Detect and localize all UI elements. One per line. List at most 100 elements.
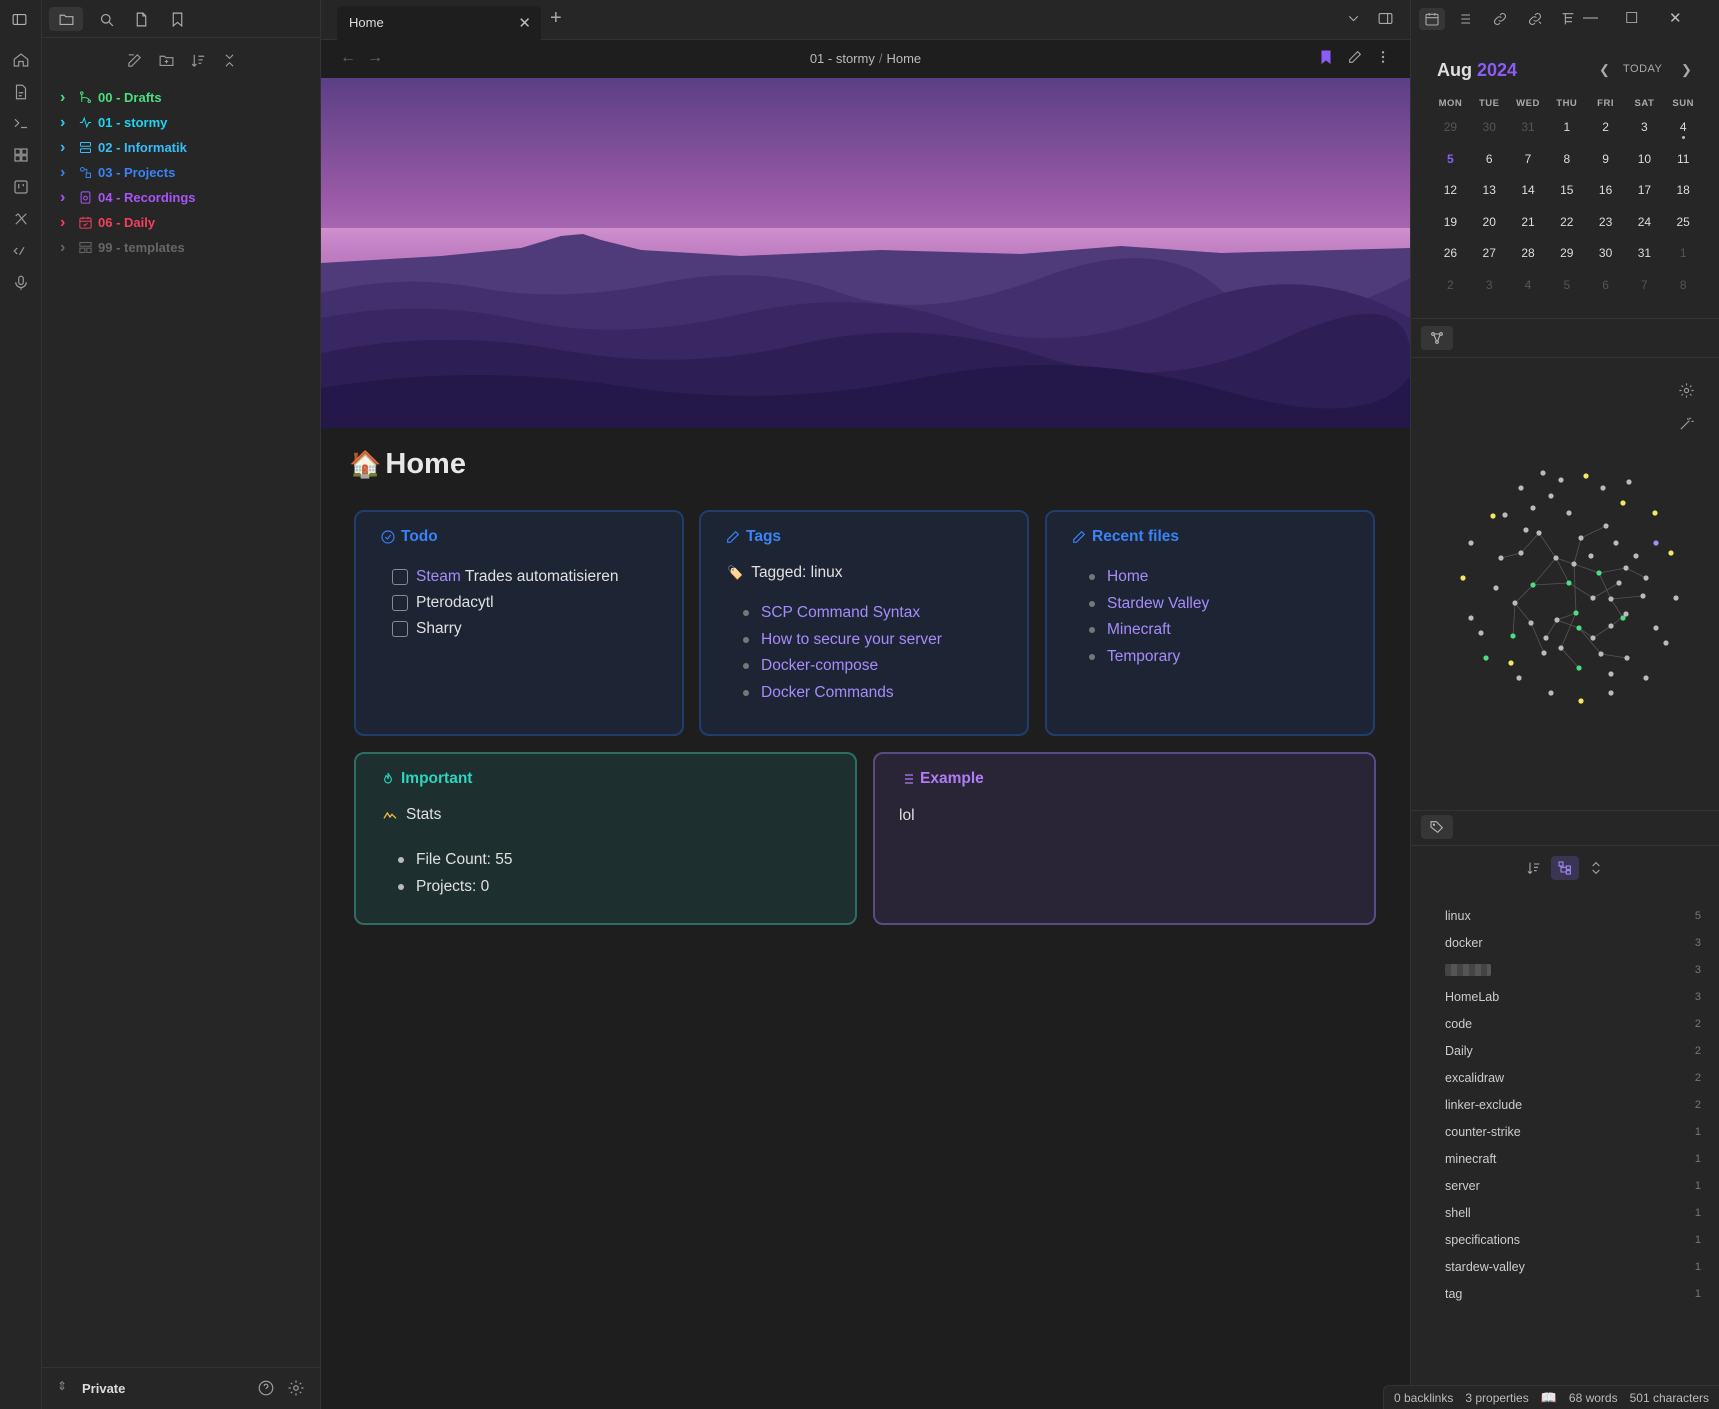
graph-node[interactable] <box>1608 596 1614 602</box>
task-checkbox[interactable] <box>392 621 408 637</box>
folder-item[interactable]: › 00 - Drafts <box>42 85 321 110</box>
settings-icon[interactable] <box>287 1379 307 1399</box>
graph-node[interactable] <box>1663 640 1669 646</box>
graph-node[interactable] <box>1600 485 1606 491</box>
tree-view-icon[interactable] <box>1551 856 1579 880</box>
sort-icon[interactable] <box>188 50 208 70</box>
chevron-right-icon[interactable]: › <box>60 89 76 107</box>
calendar-day[interactable]: 18 <box>1664 183 1703 215</box>
calendar-day[interactable]: 21 <box>1509 215 1548 247</box>
calendar-day[interactable]: 20 <box>1470 215 1509 247</box>
folder-item[interactable]: › 99 - templates <box>42 235 321 260</box>
calendar-day[interactable]: 12 <box>1431 183 1470 215</box>
graph-node[interactable] <box>1558 645 1564 651</box>
graph-node[interactable] <box>1653 625 1659 631</box>
edit-icon[interactable] <box>1347 49 1365 67</box>
chevron-right-icon[interactable]: › <box>60 139 76 157</box>
tag-pane-icon[interactable] <box>1555 8 1581 30</box>
graph-node[interactable] <box>1623 611 1629 617</box>
window-close-icon[interactable]: ✕ <box>1669 9 1682 27</box>
graph-node[interactable] <box>1643 575 1649 581</box>
task-checkbox[interactable] <box>392 569 408 585</box>
graph-node[interactable] <box>1608 690 1614 696</box>
animate-graph-icon[interactable] <box>1678 415 1696 433</box>
folder-item[interactable]: › 01 - stormy <box>42 110 321 135</box>
chevron-right-icon[interactable]: › <box>60 114 76 132</box>
graph-node[interactable] <box>1603 523 1609 529</box>
calendar-day[interactable]: 8 <box>1664 278 1703 310</box>
graph-node[interactable] <box>1590 635 1596 641</box>
note-link[interactable]: SCP Command Syntax <box>761 604 920 622</box>
calendar-day[interactable]: 5 <box>1547 278 1586 310</box>
breadcrumb-folder[interactable]: 01 - stormy <box>810 51 875 66</box>
note-link[interactable]: Home <box>1107 568 1148 586</box>
new-folder-icon[interactable] <box>156 50 176 70</box>
graph-node[interactable] <box>1576 625 1582 631</box>
tab-home[interactable]: Home ✕ <box>337 6 541 40</box>
calendar-day[interactable]: 15 <box>1547 183 1586 215</box>
graph-node[interactable] <box>1598 651 1604 657</box>
graph-node[interactable] <box>1502 512 1508 518</box>
breadcrumb-note[interactable]: Home <box>886 51 921 66</box>
calendar-day[interactable]: 26 <box>1431 246 1470 278</box>
calendar-day[interactable]: 23 <box>1586 215 1625 247</box>
tag-item[interactable]: linux 5 <box>1445 902 1701 929</box>
calendar-day[interactable]: 8 <box>1547 152 1586 184</box>
outline-icon[interactable] <box>1451 8 1477 30</box>
calendar-day[interactable]: 31 <box>1625 246 1664 278</box>
vault-switch-icon[interactable]: ⇕ <box>57 1379 67 1393</box>
graph-node[interactable] <box>1518 485 1524 491</box>
graph-node[interactable] <box>1668 550 1674 556</box>
calendar-day[interactable]: 22 <box>1547 215 1586 247</box>
graph-settings-icon[interactable] <box>1678 382 1696 400</box>
calendar-day[interactable]: 10 <box>1625 152 1664 184</box>
graph-node[interactable] <box>1576 665 1582 671</box>
graph-node[interactable] <box>1640 593 1646 599</box>
note-link[interactable]: Stardew Valley <box>1107 595 1209 613</box>
calendar-day[interactable]: 13 <box>1470 183 1509 215</box>
calendar-day[interactable]: 4 <box>1664 120 1703 152</box>
calendar-day[interactable]: 25 <box>1664 215 1703 247</box>
task-checkbox[interactable] <box>392 595 408 611</box>
chevron-right-icon[interactable]: › <box>60 164 76 182</box>
collapse-all-icon[interactable] <box>219 50 239 70</box>
reading-view-icon[interactable]: 📖 <box>1541 1390 1557 1406</box>
graph-node[interactable] <box>1468 615 1474 621</box>
calendar-day[interactable]: 11 <box>1664 152 1703 184</box>
calendar-day[interactable]: 19 <box>1431 215 1470 247</box>
local-graph[interactable] <box>1451 468 1681 708</box>
graph-node[interactable] <box>1643 675 1649 681</box>
calendar-day[interactable]: 7 <box>1509 152 1548 184</box>
new-tab-icon[interactable]: + <box>550 7 562 30</box>
graph-node[interactable] <box>1508 660 1514 666</box>
calendar-day[interactable]: 9 <box>1586 152 1625 184</box>
tag-item[interactable]: minecraft 1 <box>1445 1145 1701 1172</box>
calendar-day[interactable]: 3 <box>1470 278 1509 310</box>
graph-node[interactable] <box>1536 530 1542 536</box>
graph-node[interactable] <box>1512 600 1518 606</box>
file-explorer-icon[interactable] <box>49 7 83 31</box>
graph-node[interactable] <box>1516 675 1522 681</box>
kanban-icon[interactable] <box>11 177 31 197</box>
calendar-day[interactable]: 6 <box>1586 278 1625 310</box>
tag-item[interactable]: specifications 1 <box>1445 1226 1701 1253</box>
chevron-down-icon[interactable] <box>1345 10 1365 30</box>
toggle-right-sidebar-icon[interactable] <box>1377 10 1397 30</box>
graph-node[interactable] <box>1483 655 1489 661</box>
graph-node[interactable] <box>1588 553 1594 559</box>
folder-item[interactable]: › 06 - Daily <box>42 210 321 235</box>
bookmark-icon[interactable] <box>160 7 194 31</box>
calendar-day[interactable]: 17 <box>1625 183 1664 215</box>
home-icon[interactable] <box>11 50 31 70</box>
graph-node[interactable] <box>1571 561 1577 567</box>
excalidraw-icon[interactable] <box>11 209 31 229</box>
note-link[interactable]: How to secure your server <box>761 631 942 649</box>
chevron-right-icon[interactable]: › <box>60 214 76 232</box>
tag-item[interactable]: excalidraw 2 <box>1445 1064 1701 1091</box>
graph-node[interactable] <box>1620 500 1626 506</box>
maximize-icon[interactable]: ☐ <box>1625 9 1638 27</box>
calendar-day[interactable]: 1 <box>1664 246 1703 278</box>
graph-node[interactable] <box>1578 698 1584 704</box>
calendar-day[interactable]: 29 <box>1431 120 1470 152</box>
graph-node[interactable] <box>1554 617 1560 623</box>
